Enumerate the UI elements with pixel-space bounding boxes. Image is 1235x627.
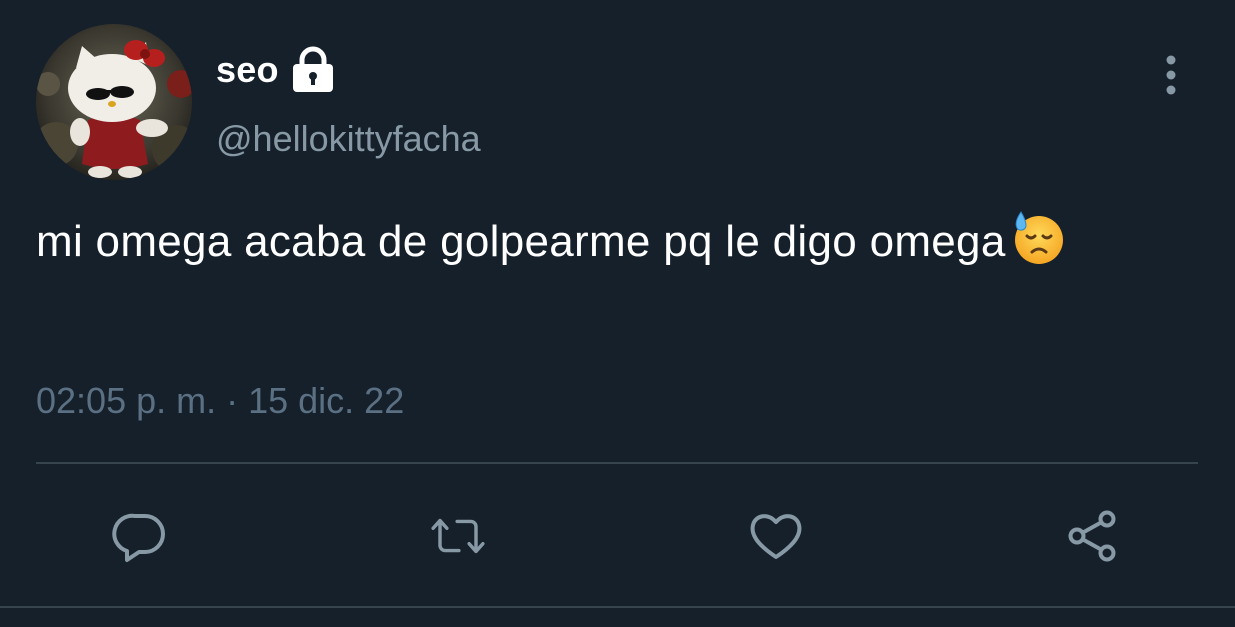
display-name-row: seo <box>216 44 335 96</box>
lock-icon <box>291 46 335 94</box>
heart-icon <box>750 514 802 559</box>
reply-icon <box>112 513 165 562</box>
avatar[interactable] <box>36 24 192 180</box>
user-handle[interactable]: @hellokittyfacha <box>216 118 481 160</box>
tweet-timestamp[interactable]: 02:05 p. m. · 15 dic. 22 <box>36 380 404 422</box>
retweet-button[interactable] <box>428 506 488 566</box>
divider <box>36 462 1198 464</box>
display-name[interactable]: seo <box>216 49 279 91</box>
share-icon <box>1068 510 1116 562</box>
retweet-icon <box>431 518 485 554</box>
divider <box>0 606 1235 608</box>
tweet-text: mi omega acaba de golpearme pq le digo o… <box>36 208 1196 272</box>
more-vertical-icon[interactable] <box>1154 52 1188 98</box>
like-button[interactable] <box>746 506 806 566</box>
tweet-text-content: mi omega acaba de golpearme pq le digo o… <box>36 217 1006 266</box>
reply-button[interactable] <box>110 506 170 566</box>
downcast-sweat-emoji-icon <box>1008 208 1066 266</box>
share-button[interactable] <box>1062 506 1122 566</box>
avatar-image <box>36 24 192 180</box>
